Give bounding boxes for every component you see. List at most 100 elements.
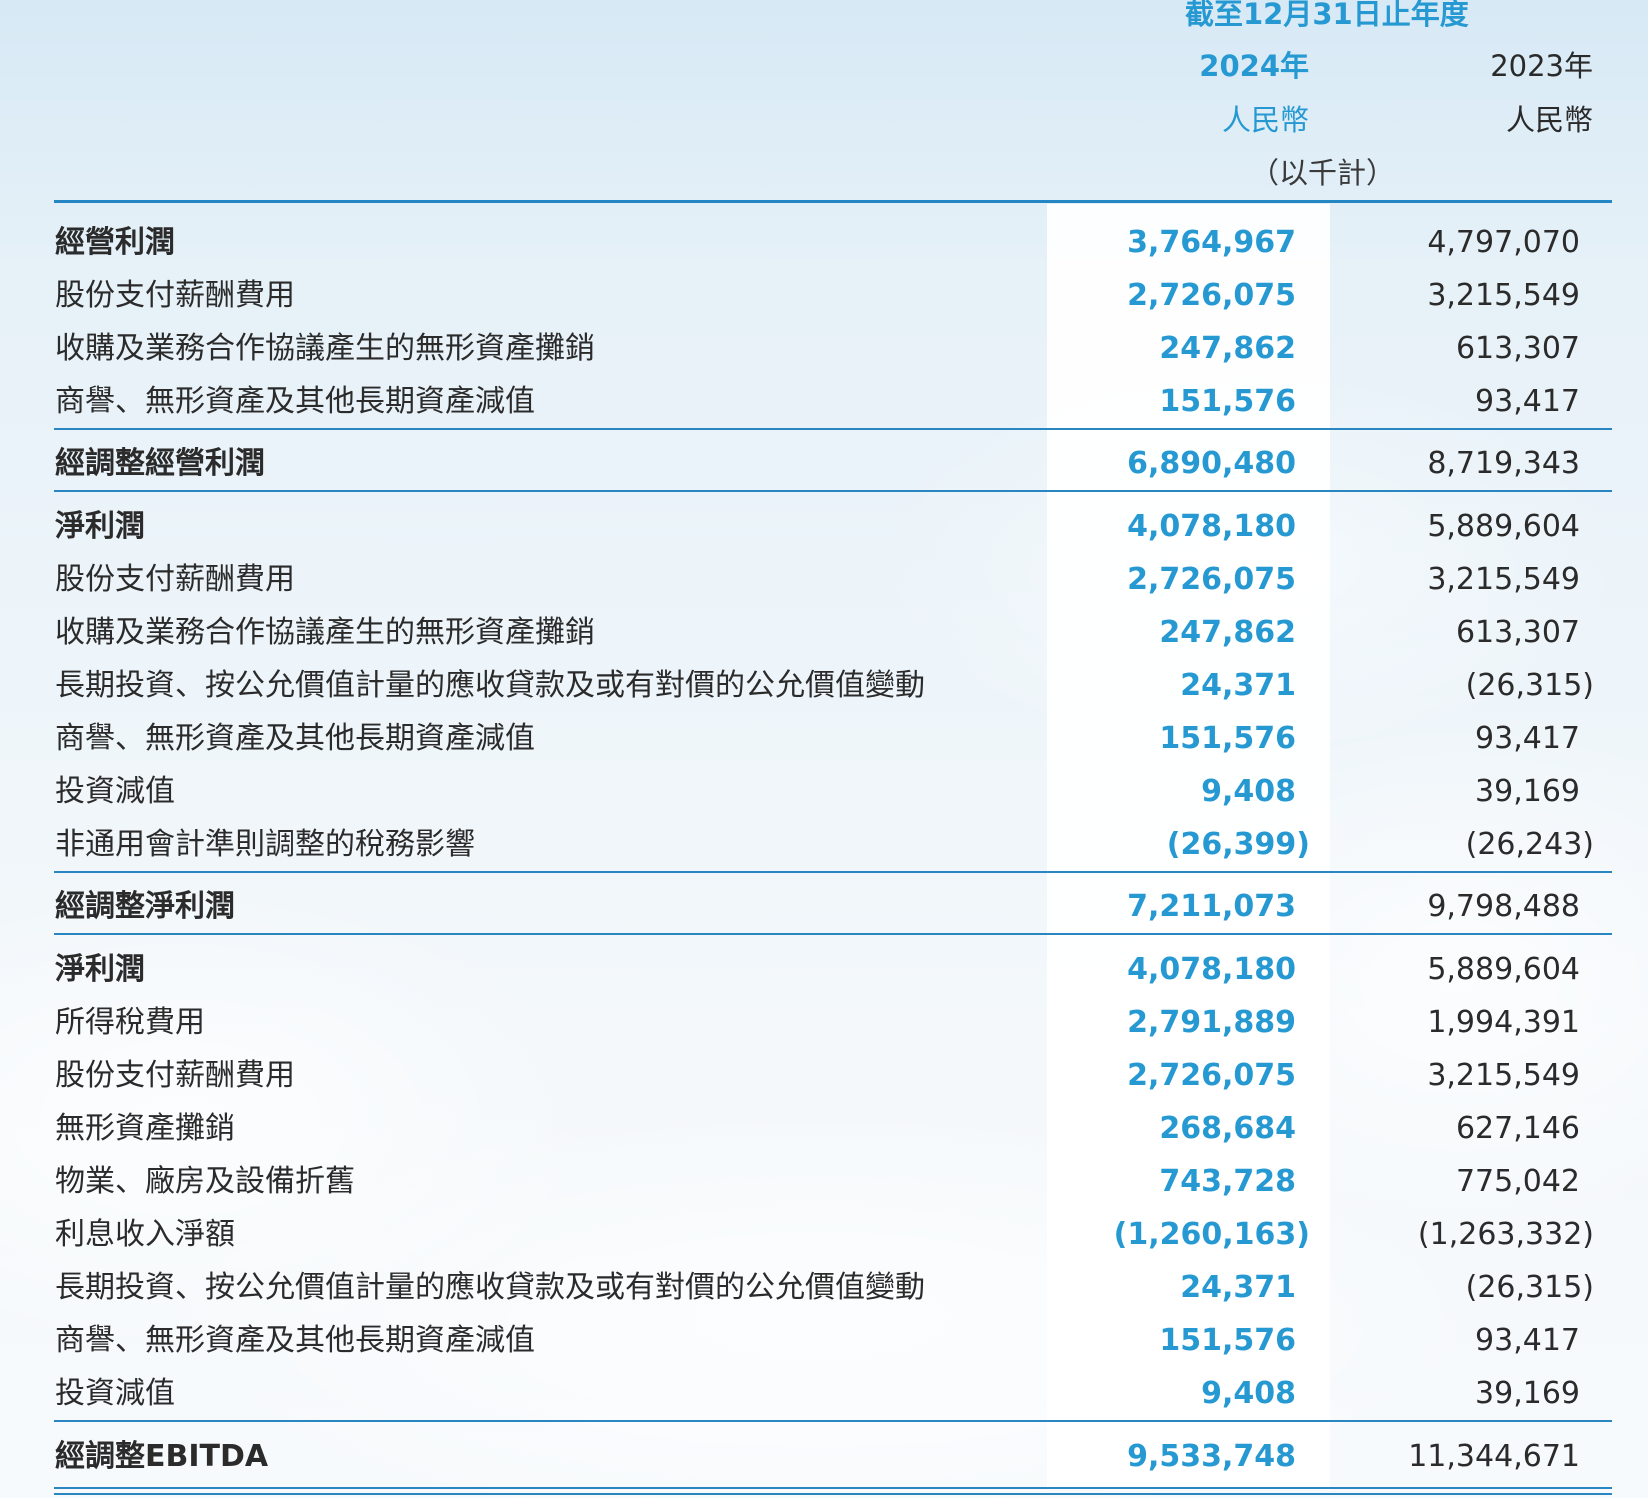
table-row: 長期投資、按公允價值計量的應收貸款及或有對價的公允價值變動 24,371 (26,3… (0, 659, 1648, 712)
currency-prior-heading: 人民幣 (1505, 103, 1593, 137)
value-2023: 93,417 (1475, 721, 1580, 756)
value-2023: 39,169 (1475, 1376, 1580, 1411)
value-2024: (1,260,163) (1113, 1217, 1310, 1252)
value-2024: 268,684 (1159, 1111, 1296, 1146)
value-2023: 613,307 (1455, 331, 1580, 366)
table-row: 長期投資、按公允價值計量的應收貸款及或有對價的公允價值變動 24,371 (26,3… (0, 1261, 1648, 1314)
period-heading: 截至12月31日止年度 (1185, 0, 1469, 31)
section-rule (54, 490, 1612, 492)
table-row: 收購及業務合作協議產生的無形資產攤銷 247,862 613,307 (0, 322, 1648, 375)
table-row: 經調整EBITDA 9,533,748 11,344,671 (0, 1430, 1648, 1483)
value-2023: 9,798,488 (1427, 889, 1580, 924)
value-2024: 24,371 (1180, 1270, 1296, 1305)
value-2024: 7,211,073 (1127, 889, 1296, 924)
row-label: 長期投資、按公允價值計量的應收貸款及或有對價的公允價值變動 (55, 668, 925, 703)
section-rule (54, 428, 1612, 430)
value-2023: 775,042 (1455, 1164, 1580, 1199)
value-2024: 9,408 (1201, 1376, 1296, 1411)
table-row: 所得稅費用 2,791,889 1,994,391 (0, 996, 1648, 1049)
unit-note: （以千計） (1250, 156, 1396, 190)
row-label: 股份支付薪酬費用 (55, 562, 295, 597)
value-2023: 93,417 (1475, 1323, 1580, 1358)
value-2023: (26,243) (1465, 827, 1594, 862)
value-2024: 743,728 (1159, 1164, 1296, 1199)
value-2023: 3,215,549 (1427, 562, 1580, 597)
section-rule (54, 1420, 1612, 1422)
value-2023: 627,146 (1455, 1111, 1580, 1146)
row-label: 商譽、無形資產及其他長期資產減值 (55, 384, 535, 419)
row-label: 商譽、無形資產及其他長期資產減值 (55, 1323, 535, 1358)
value-2023: 5,889,604 (1427, 952, 1580, 987)
double-underline-bottom (54, 1493, 1612, 1495)
value-2023: (26,315) (1465, 1270, 1594, 1305)
value-2024: 24,371 (1180, 668, 1296, 703)
value-2024: 3,764,967 (1127, 225, 1296, 260)
value-2023: 613,307 (1455, 615, 1580, 650)
value-2023: 5,889,604 (1427, 509, 1580, 544)
row-label: 商譽、無形資產及其他長期資產減值 (55, 721, 535, 756)
value-2024: 9,533,748 (1127, 1439, 1296, 1474)
value-2023: (1,263,332) (1417, 1217, 1594, 1252)
row-label: 股份支付薪酬費用 (55, 278, 295, 313)
row-label: 所得稅費用 (55, 1005, 205, 1040)
row-label: 淨利潤 (55, 509, 145, 544)
table-row: 股份支付薪酬費用 2,726,075 3,215,549 (0, 1049, 1648, 1102)
table-row: 投資減值 9,408 39,169 (0, 765, 1648, 818)
row-label: 經調整EBITDA (55, 1439, 269, 1474)
table-row: 股份支付薪酬費用 2,726,075 3,215,549 (0, 269, 1648, 322)
table-row: 非通用會計準則調整的稅務影響 (26,399) (26,243) (0, 818, 1648, 871)
table-row: 商譽、無形資產及其他長期資產減值 151,576 93,417 (0, 712, 1648, 765)
row-label: 淨利潤 (55, 952, 145, 987)
value-2024: 2,726,075 (1127, 1058, 1296, 1093)
value-2024: 151,576 (1159, 1323, 1296, 1358)
table-row: 利息收入淨額 (1,260,163) (1,263,332) (0, 1208, 1648, 1261)
currency-current-heading: 人民幣 (1221, 103, 1309, 137)
row-label: 股份支付薪酬費用 (55, 1058, 295, 1093)
value-2023: 11,344,671 (1408, 1439, 1580, 1474)
table-row: 股份支付薪酬費用 2,726,075 3,215,549 (0, 553, 1648, 606)
table-row: 經調整經營利潤 6,890,480 8,719,343 (0, 437, 1648, 490)
value-2024: 151,576 (1159, 721, 1296, 756)
section-rule (54, 933, 1612, 935)
year-prior-heading: 2023年 (1490, 49, 1593, 83)
value-2023: 4,797,070 (1427, 225, 1580, 260)
table-row: 無形資產攤銷 268,684 627,146 (0, 1102, 1648, 1155)
row-label: 投資減值 (55, 774, 175, 809)
section-rule (54, 871, 1612, 873)
value-2024: 6,890,480 (1127, 446, 1296, 481)
value-2024: (26,399) (1166, 827, 1310, 862)
table-row: 經調整淨利潤 7,211,073 9,798,488 (0, 880, 1648, 933)
value-2023: 1,994,391 (1427, 1005, 1580, 1040)
table-row: 經營利潤 3,764,967 4,797,070 (0, 216, 1648, 269)
value-2023: 8,719,343 (1427, 446, 1580, 481)
value-2024: 247,862 (1159, 615, 1296, 650)
row-label: 經調整經營利潤 (55, 446, 265, 481)
value-2024: 2,791,889 (1127, 1005, 1296, 1040)
table-row: 投資減值 9,408 39,169 (0, 1367, 1648, 1420)
row-label: 物業、廠房及設備折舊 (55, 1164, 355, 1199)
value-2024: 4,078,180 (1127, 952, 1296, 987)
row-label: 經調整淨利潤 (55, 889, 235, 924)
row-label: 收購及業務合作協議產生的無形資產攤銷 (55, 615, 595, 650)
value-2024: 247,862 (1159, 331, 1296, 366)
value-2024: 9,408 (1201, 774, 1296, 809)
value-2024: 4,078,180 (1127, 509, 1296, 544)
value-2023: 3,215,549 (1427, 1058, 1580, 1093)
row-label: 經營利潤 (55, 225, 175, 260)
row-label: 收購及業務合作協議產生的無形資產攤銷 (55, 331, 595, 366)
value-2023: 3,215,549 (1427, 278, 1580, 313)
row-label: 長期投資、按公允價值計量的應收貸款及或有對價的公允價值變動 (55, 1270, 925, 1305)
table-row: 商譽、無形資產及其他長期資產減值 151,576 93,417 (0, 1314, 1648, 1367)
value-2024: 2,726,075 (1127, 562, 1296, 597)
value-2023: (26,315) (1465, 668, 1594, 703)
year-current-heading: 2024年 (1199, 49, 1309, 83)
table-row: 收購及業務合作協議產生的無形資產攤銷 247,862 613,307 (0, 606, 1648, 659)
value-2024: 151,576 (1159, 384, 1296, 419)
row-label: 利息收入淨額 (55, 1217, 235, 1252)
table-row: 物業、廠房及設備折舊 743,728 775,042 (0, 1155, 1648, 1208)
row-label: 投資減值 (55, 1376, 175, 1411)
row-label: 非通用會計準則調整的稅務影響 (55, 827, 475, 862)
double-underline-top (54, 1487, 1612, 1489)
value-2023: 93,417 (1475, 384, 1580, 419)
value-2024: 2,726,075 (1127, 278, 1296, 313)
